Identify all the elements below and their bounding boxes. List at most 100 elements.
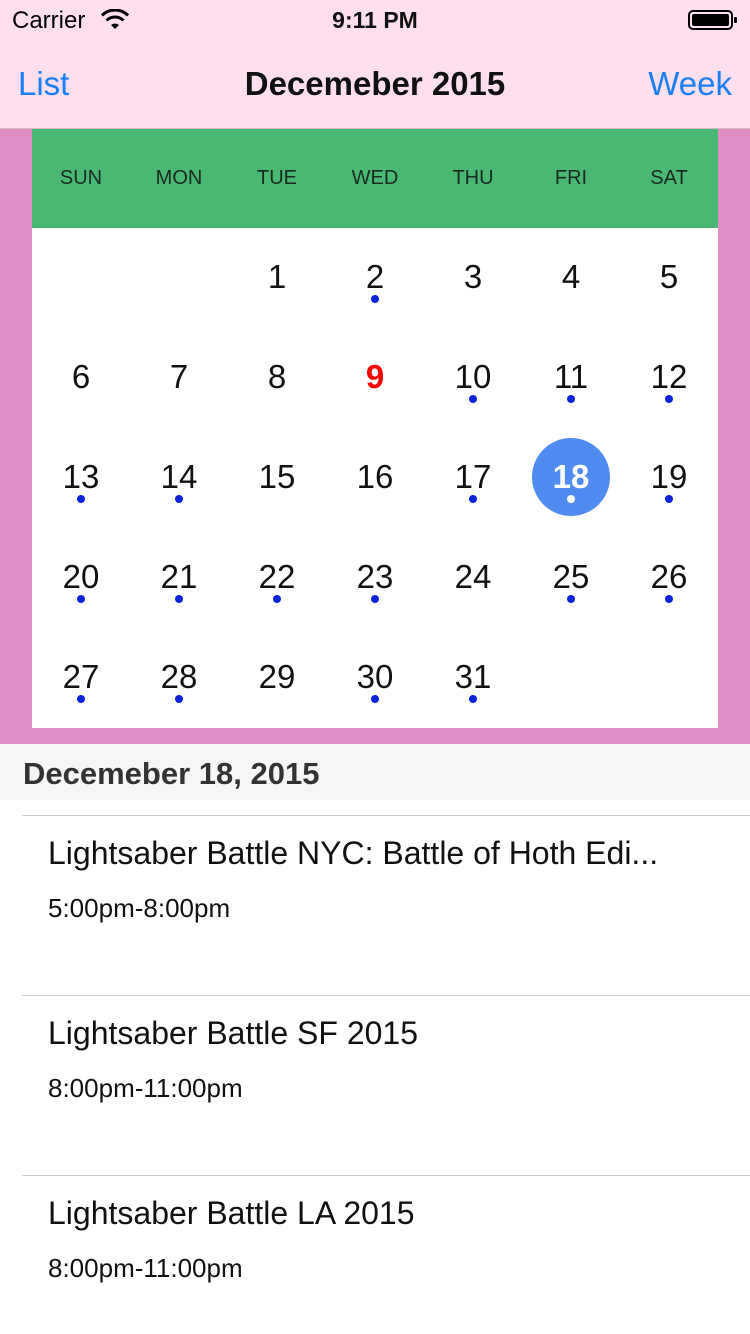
event-indicator-dot: [77, 595, 85, 603]
day-number: 3: [463, 258, 483, 295]
day-number: 8: [267, 358, 287, 395]
day-cell[interactable]: 21: [130, 528, 228, 628]
day-cell[interactable]: 29: [228, 628, 326, 728]
event-indicator-dot: [175, 495, 183, 503]
selected-date-header: Decemeber 18, 2015: [0, 744, 750, 800]
day-number: 22: [258, 558, 296, 595]
event-time: 8:00pm-11:00pm: [48, 1253, 243, 1283]
day-cell[interactable]: 8: [228, 328, 326, 428]
selected-date-title: Decemeber 18, 2015: [23, 756, 320, 791]
day-number: 20: [62, 558, 100, 595]
day-cell[interactable]: 12: [620, 328, 718, 428]
event-indicator-dot: [469, 395, 477, 403]
week-row: 6 7 8 9 10 11 12: [32, 328, 718, 428]
day-cell[interactable]: 27: [32, 628, 130, 728]
event-list-item[interactable]: Lightsaber Battle SF 2015 8:00pm-11:00pm: [0, 995, 750, 1175]
day-number: 26: [650, 558, 688, 595]
day-cell-today[interactable]: 9: [326, 328, 424, 428]
day-cell[interactable]: 3: [424, 228, 522, 328]
day-cell[interactable]: 17: [424, 428, 522, 528]
day-cell[interactable]: 6: [32, 328, 130, 428]
day-number: 7: [169, 358, 189, 395]
day-cell[interactable]: 2: [326, 228, 424, 328]
day-cell[interactable]: 1: [228, 228, 326, 328]
day-cell[interactable]: 28: [130, 628, 228, 728]
day-cell[interactable]: 31: [424, 628, 522, 728]
day-cell[interactable]: 13: [32, 428, 130, 528]
event-list-item[interactable]: Lightsaber Battle LA 2015 8:00pm-11:00pm: [0, 1175, 750, 1334]
day-number: 18: [552, 458, 590, 495]
day-cell[interactable]: 14: [130, 428, 228, 528]
week-row: 27 28 29 30 31: [32, 628, 718, 728]
day-number: 31: [454, 658, 492, 695]
day-number: 24: [454, 558, 492, 595]
day-number: 28: [160, 658, 198, 695]
week-button[interactable]: Week: [648, 65, 732, 103]
event-indicator-dot: [665, 495, 673, 503]
event-indicator-dot: [371, 695, 379, 703]
weekday-label: THU: [452, 167, 494, 189]
day-cell[interactable]: 19: [620, 428, 718, 528]
day-cell[interactable]: 24: [424, 528, 522, 628]
day-cell[interactable]: 23: [326, 528, 424, 628]
event-title: Lightsaber Battle NYC: Battle of Hoth Ed…: [48, 835, 659, 871]
event-indicator-dot: [567, 395, 575, 403]
event-indicator-dot: [371, 595, 379, 603]
day-cell-selected[interactable]: 18: [522, 428, 620, 528]
day-number: 29: [258, 658, 296, 695]
day-number: 19: [650, 458, 688, 495]
row-divider: [22, 815, 750, 816]
event-title: Lightsaber Battle LA 2015: [48, 1195, 415, 1231]
event-indicator-dot: [371, 295, 379, 303]
event-indicator-dot: [665, 395, 673, 403]
event-time: 5:00pm-8:00pm: [48, 893, 231, 923]
day-number: 4: [561, 258, 581, 295]
row-divider: [22, 995, 750, 996]
event-time: 8:00pm-11:00pm: [48, 1073, 243, 1103]
day-cell[interactable]: 26: [620, 528, 718, 628]
calendar-grid: 1 2 3 4 5 6 7 8 9 10 11 12 13 14 15 16 17 18 19 20 21 22 23 24 2…: [32, 228, 718, 728]
week-row: 13 14 15 16 17 18 19: [32, 428, 718, 528]
day-number: 30: [356, 658, 394, 695]
battery-icon: [688, 10, 737, 30]
status-time: 9:11 PM: [332, 7, 418, 33]
day-cell[interactable]: 20: [32, 528, 130, 628]
day-number: 10: [454, 358, 492, 395]
day-number: 12: [650, 358, 688, 395]
day-cell[interactable]: 25: [522, 528, 620, 628]
day-cell[interactable]: 5: [620, 228, 718, 328]
day-cell[interactable]: 11: [522, 328, 620, 428]
event-indicator-dot: [273, 595, 281, 603]
day-number: 17: [454, 458, 492, 495]
event-title: Lightsaber Battle SF 2015: [48, 1015, 419, 1051]
day-cell[interactable]: 4: [522, 228, 620, 328]
weekday-label: TUE: [257, 167, 297, 189]
day-number: 2: [365, 258, 385, 295]
weekday-label: SAT: [650, 167, 688, 189]
event-indicator-dot: [469, 495, 477, 503]
day-number: 16: [356, 458, 394, 495]
event-indicator-dot: [175, 695, 183, 703]
calendar-month-view: SUN MON TUE WED THU FRI SAT 1 2 3 4 5 6 7 8 9 10 11 12 13 1…: [0, 129, 750, 744]
day-number: 14: [160, 458, 198, 495]
day-number: 13: [62, 458, 100, 495]
week-row: 1 2 3 4 5: [32, 228, 718, 328]
week-row: 20 21 22 23 24 25 26: [32, 528, 718, 628]
day-number: 5: [659, 258, 679, 295]
day-cell[interactable]: 10: [424, 328, 522, 428]
weekday-label: SUN: [59, 167, 103, 189]
day-number: 21: [160, 558, 198, 595]
day-cell[interactable]: 30: [326, 628, 424, 728]
day-cell[interactable]: 22: [228, 528, 326, 628]
weekday-label: MON: [155, 167, 203, 189]
event-list-item[interactable]: Lightsaber Battle NYC: Battle of Hoth Ed…: [0, 815, 750, 995]
weekday-header: SUN MON TUE WED THU FRI SAT: [32, 129, 718, 228]
day-number: 27: [62, 658, 100, 695]
weekday-label: WED: [351, 167, 399, 189]
event-indicator-dot: [469, 695, 477, 703]
day-cell[interactable]: 15: [228, 428, 326, 528]
month-title: Decemeber 2015: [244, 65, 506, 102]
day-number: 15: [258, 458, 296, 495]
day-cell[interactable]: 16: [326, 428, 424, 528]
day-cell[interactable]: 7: [130, 328, 228, 428]
